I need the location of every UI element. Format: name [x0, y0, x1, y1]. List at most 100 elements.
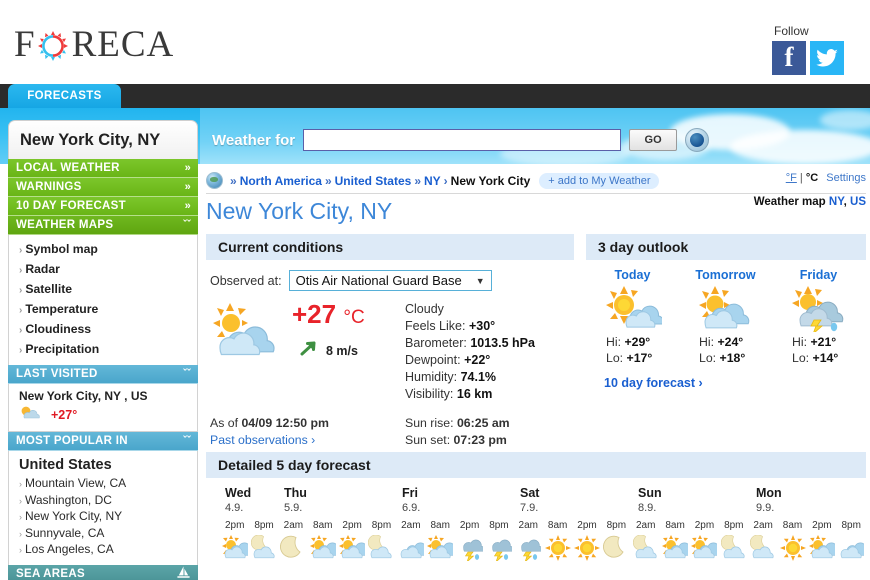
sidebar-section-sea-areas[interactable]: SEA AREAS	[8, 564, 198, 580]
forecast-slot: 2pm	[337, 520, 366, 563]
breadcrumb-link-north-america[interactable]: North America	[240, 174, 322, 188]
detail-value: 74.1%	[460, 370, 497, 384]
breadcrumb-current: New York City	[450, 173, 531, 188]
sidebar-item-satellite[interactable]: › Satellite	[9, 280, 197, 300]
sidebar-item-label: Cloudiness	[25, 322, 92, 336]
last-visited-city[interactable]: New York City, NY , US	[19, 389, 197, 403]
site-logo[interactable]: F RECA	[14, 26, 174, 63]
list-item[interactable]: › Los Angeles, CA	[9, 542, 197, 559]
sidebar-section-last-visited[interactable]: LAST VISITED ˇˇ	[8, 365, 198, 384]
current-conditions-header: Current conditions	[206, 234, 574, 260]
hi-label: Hi:	[606, 335, 622, 349]
chevron-down-icon: ˇˇ	[183, 219, 191, 231]
day-header: Mon 9.9.	[756, 486, 782, 514]
unit-fahrenheit[interactable]: °F	[786, 172, 797, 184]
chevron-right-icon: ›	[19, 495, 22, 506]
settings-link[interactable]: Settings	[826, 172, 866, 184]
search-input[interactable]	[303, 129, 622, 151]
day-date: 4.9.	[225, 502, 244, 514]
day-date: 5.9.	[284, 502, 303, 514]
city-label: Mountain View, CA	[25, 476, 127, 490]
sidebar-item-10-day-forecast[interactable]: 10 DAY FORECAST »	[8, 197, 198, 216]
chevron-right-icon: »	[184, 162, 191, 174]
wind-row: 8 m/s	[300, 339, 365, 362]
sun-behind-cloud-icon	[807, 533, 836, 563]
list-item[interactable]: › Washington, DC	[9, 493, 197, 510]
condition-text: Cloudy	[405, 302, 444, 316]
chevron-right-icon: ›	[19, 345, 23, 356]
go-button[interactable]: GO	[629, 129, 678, 151]
top-nav-bar	[0, 84, 870, 108]
forecast-slot: 8pm	[484, 520, 513, 563]
twitter-icon[interactable]	[810, 41, 844, 75]
detail-label: Humidity:	[405, 370, 458, 384]
moon-behind-cloud-icon	[748, 533, 777, 563]
forecast-slot: 8am	[660, 520, 689, 563]
sidebar-item-local-weather[interactable]: LOCAL WEATHER »	[8, 159, 198, 178]
day-date: 7.9.	[520, 502, 539, 514]
add-to-my-weather-button[interactable]: + add to My Weather	[539, 172, 660, 189]
last-visited-box: New York City, NY , US +27°	[8, 384, 198, 432]
day-header: Fri 6.9.	[402, 486, 420, 514]
list-item[interactable]: › Mountain View, CA	[9, 476, 197, 493]
unit-divider: |	[799, 172, 803, 184]
breadcrumb-link-ny[interactable]: NY	[424, 174, 441, 188]
sun-behind-cloud-icon	[586, 282, 679, 334]
slot-time: 2pm	[812, 520, 832, 531]
sun-behind-clouds-icon	[690, 533, 719, 563]
sidebar-item-cloudiness[interactable]: › Cloudiness	[9, 320, 197, 340]
list-item[interactable]: › New York City, NY	[9, 509, 197, 526]
outlook-day-today: Today Hi: +29° Lo: +17°	[586, 268, 679, 366]
weather-map-comma: ,	[843, 196, 847, 208]
outlook-hi: Hi: +24°	[679, 334, 772, 350]
lo-label: Lo:	[699, 351, 717, 365]
facebook-glyph: f	[784, 41, 794, 72]
past-observations-link[interactable]: Past observations ›	[210, 433, 315, 447]
slot-time: 2am	[518, 520, 538, 531]
sidebar-section-most-popular[interactable]: MOST POPULAR IN ˇˇ	[8, 432, 198, 451]
day-name: Fri	[402, 486, 418, 500]
lo-label: Lo:	[606, 351, 624, 365]
chevron-right-icon: ›	[19, 285, 23, 296]
sidebar: New York City, NY LOCAL WEATHER » WARNIN…	[8, 120, 198, 580]
moon-icon	[602, 533, 631, 563]
lo-label: Lo:	[792, 351, 810, 365]
weather-maps-list: › Symbol map › Radar › Satellite › Temperatu…	[8, 235, 198, 365]
breadcrumb-link-united-states[interactable]: United States	[335, 174, 412, 188]
detailed-day-headers: Wed 4.9. Thu 5.9. Fri 6.9. Sat 7.9. Sun 8.9. …	[220, 486, 866, 520]
list-item[interactable]: › Sunnyvale, CA	[9, 526, 197, 543]
sidebar-item-precipitation[interactable]: › Precipitation	[9, 340, 197, 360]
ten-day-forecast-link[interactable]: 10 day forecast ›	[586, 376, 866, 390]
breadcrumb-separator: ›	[443, 173, 448, 188]
sidebar-item-warnings[interactable]: WARNINGS »	[8, 178, 198, 197]
globe-search-icon[interactable]	[685, 128, 710, 152]
detail-value: +22°	[464, 353, 491, 367]
forecast-slot: 2am	[631, 520, 660, 563]
weather-map-link-us[interactable]: US	[850, 196, 866, 208]
hi-label: Hi:	[792, 335, 808, 349]
outlook-day-name: Tomorrow	[695, 268, 756, 282]
social-links: f	[772, 41, 856, 75]
sidebar-city-title: New York City, NY	[8, 120, 198, 159]
sidebar-item-weather-maps[interactable]: WEATHER MAPS ˇˇ	[8, 216, 198, 235]
weather-map-link-ny[interactable]: NY	[829, 196, 844, 208]
most-popular-box: United States › Mountain View, CA › Washin…	[8, 451, 198, 565]
sidebar-item-radar[interactable]: › Radar	[9, 260, 197, 280]
slot-time: 8am	[547, 520, 568, 531]
cloudy-icon	[837, 533, 866, 563]
sidebar-item-symbol-map[interactable]: › Symbol map	[9, 240, 197, 260]
facebook-icon[interactable]: f	[772, 41, 806, 75]
sun-behind-cloud-icon	[19, 404, 45, 425]
unit-celsius[interactable]: °C	[806, 172, 818, 184]
station-select[interactable]: Otis Air National Guard Base ▼	[288, 270, 492, 291]
detail-row: Visibility: 16 km	[405, 386, 535, 403]
logo-text-before: F	[14, 24, 36, 65]
tab-forecasts[interactable]: FORECASTS	[8, 84, 121, 108]
sidebar-item-temperature[interactable]: › Temperature	[9, 300, 197, 320]
lo-value: +17°	[626, 351, 653, 365]
sidebar-section-label: LAST VISITED	[16, 368, 98, 380]
most-popular-country: United States	[19, 457, 112, 473]
detail-label: Barometer:	[405, 336, 467, 350]
slot-time: 2am	[753, 520, 773, 531]
outlook-lo: Lo: +14°	[772, 350, 865, 366]
